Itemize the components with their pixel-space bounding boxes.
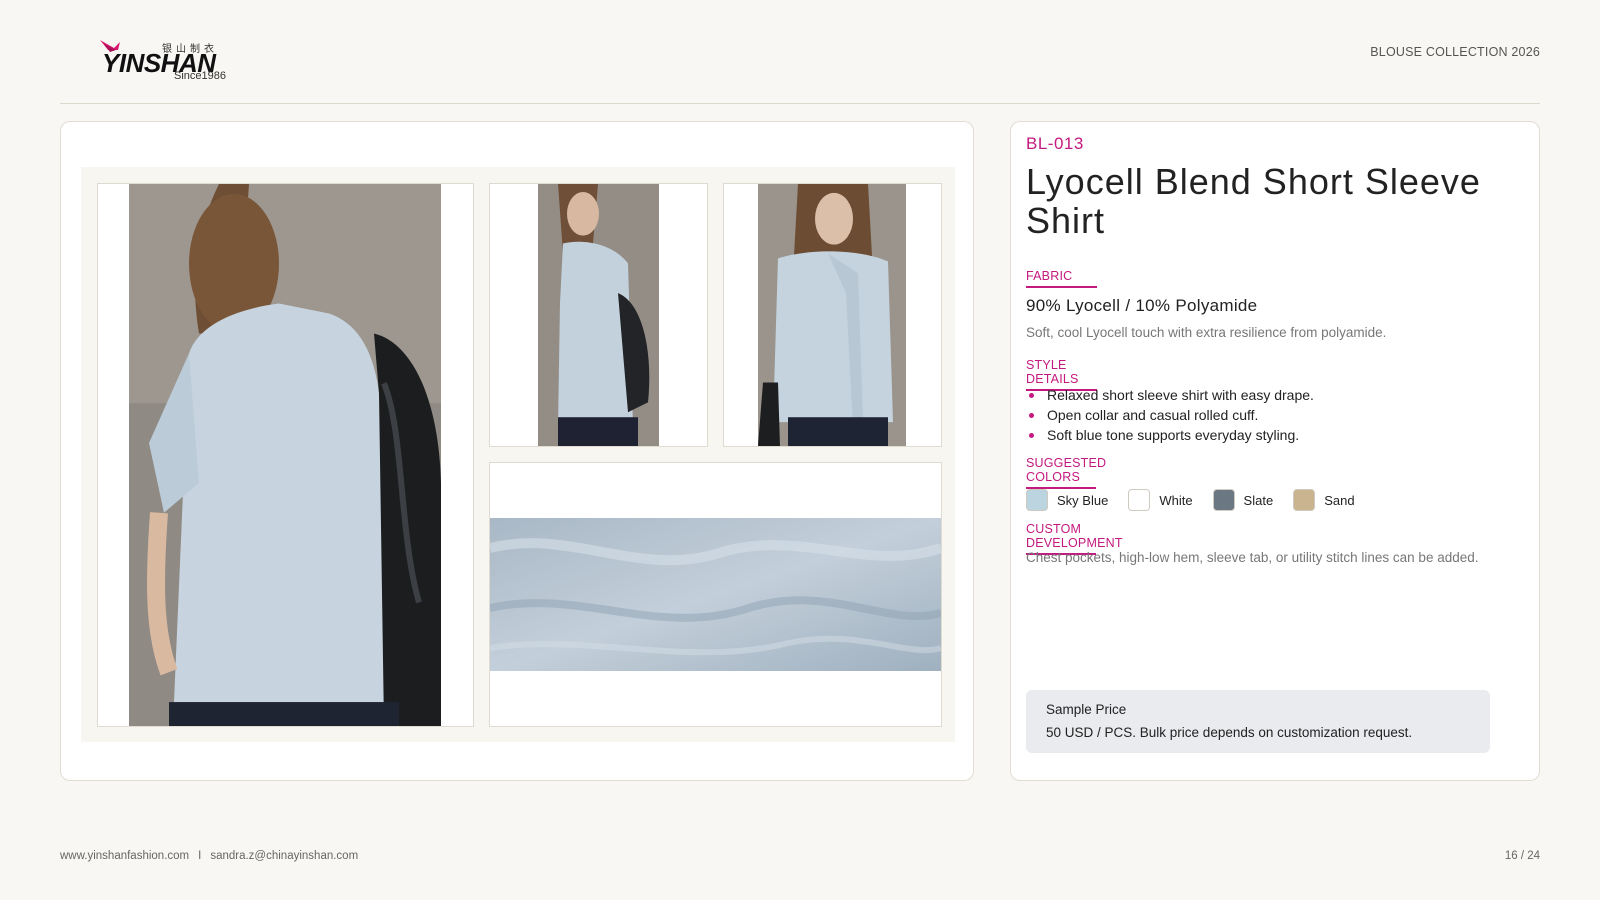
fabric-composition: 90% Lyocell / 10% Polyamide: [1026, 296, 1258, 315]
color-swatch-list: Sky Blue White Slate Sand: [1026, 489, 1375, 511]
color-name: Slate: [1243, 492, 1274, 508]
page-number: 16 / 24: [1504, 850, 1540, 862]
fabric-image-frame[interactable]: [489, 462, 942, 727]
collection-title: BLOUSE COLLECTION 2026: [1370, 45, 1540, 59]
side-view-photo: [538, 184, 659, 446]
list-item: Soft blue tone supports everyday styling…: [1026, 425, 1314, 445]
style-detail-text: Open collar and casual rolled cuff.: [1047, 407, 1259, 423]
email-link[interactable]: sandra.z@chinayinshan.com: [210, 850, 358, 862]
sample-price-label: Sample Price: [1046, 702, 1127, 717]
sample-price-text: 50 USD / PCS. Bulk price depends on cust…: [1046, 725, 1413, 740]
footer-contact: www.yinshanfashion.com Isandra.z@chinayin…: [60, 850, 358, 862]
color-swatch: [1026, 489, 1048, 511]
front-image-frame[interactable]: [723, 183, 942, 447]
side-image-frame[interactable]: [489, 183, 708, 447]
color-name: Sky Blue: [1057, 492, 1109, 508]
website-link[interactable]: www.yinshanfashion.com: [60, 850, 189, 862]
list-item: Open collar and casual rolled cuff.: [1026, 405, 1314, 425]
front-view-photo: [758, 184, 906, 446]
custom-development-description: Chest pockets, high-low hem, sleeve tab,…: [1026, 550, 1479, 565]
main-image-frame[interactable]: [97, 183, 474, 727]
style-details-list: Relaxed short sleeve shirt with easy dra…: [1026, 385, 1314, 445]
product-detail-card: BL-013 Lyocell Blend Short Sleeve Shirt …: [1010, 121, 1540, 781]
brand-since: Since1986: [174, 70, 226, 82]
color-option-slate[interactable]: Slate: [1212, 489, 1274, 511]
color-option-white[interactable]: White: [1128, 489, 1193, 511]
style-detail-text: Soft blue tone supports everyday styling…: [1047, 427, 1300, 443]
bullet-dot-icon: [1029, 433, 1034, 438]
fabric-description: Soft, cool Lyocell touch with extra resi…: [1026, 325, 1387, 340]
fabric-closeup-photo: [490, 518, 941, 671]
color-swatch: [1212, 489, 1235, 511]
color-swatch: [1128, 489, 1151, 511]
sample-price-box: Sample Price 50 USD / PCS. Bulk price de…: [1026, 690, 1490, 753]
footer-separator: I: [198, 850, 202, 862]
back-view-photo: [129, 184, 441, 726]
product-title: Lyocell Blend Short Sleeve Shirt: [1026, 161, 1481, 241]
bullet-dot-icon: [1029, 413, 1034, 418]
color-name: Sand: [1324, 492, 1355, 508]
gallery-card: [60, 121, 974, 781]
color-option-sand[interactable]: Sand: [1293, 489, 1355, 511]
product-code: BL-013: [1026, 134, 1084, 153]
fabric-label: FABRIC: [1026, 269, 1097, 288]
brand-logo: 银山制衣 YINSHAN Since1986: [100, 36, 240, 84]
suggested-colors-label: SUGGESTED COLORS: [1026, 456, 1106, 489]
gallery-grid: [81, 167, 955, 742]
style-detail-text: Relaxed short sleeve shirt with easy dra…: [1047, 387, 1314, 403]
color-swatch: [1293, 489, 1316, 511]
color-name: White: [1159, 492, 1193, 508]
bullet-dot-icon: [1029, 393, 1034, 398]
list-item: Relaxed short sleeve shirt with easy dra…: [1026, 385, 1314, 405]
color-option-sky-blue[interactable]: Sky Blue: [1026, 489, 1108, 511]
header-divider: [60, 103, 1540, 104]
